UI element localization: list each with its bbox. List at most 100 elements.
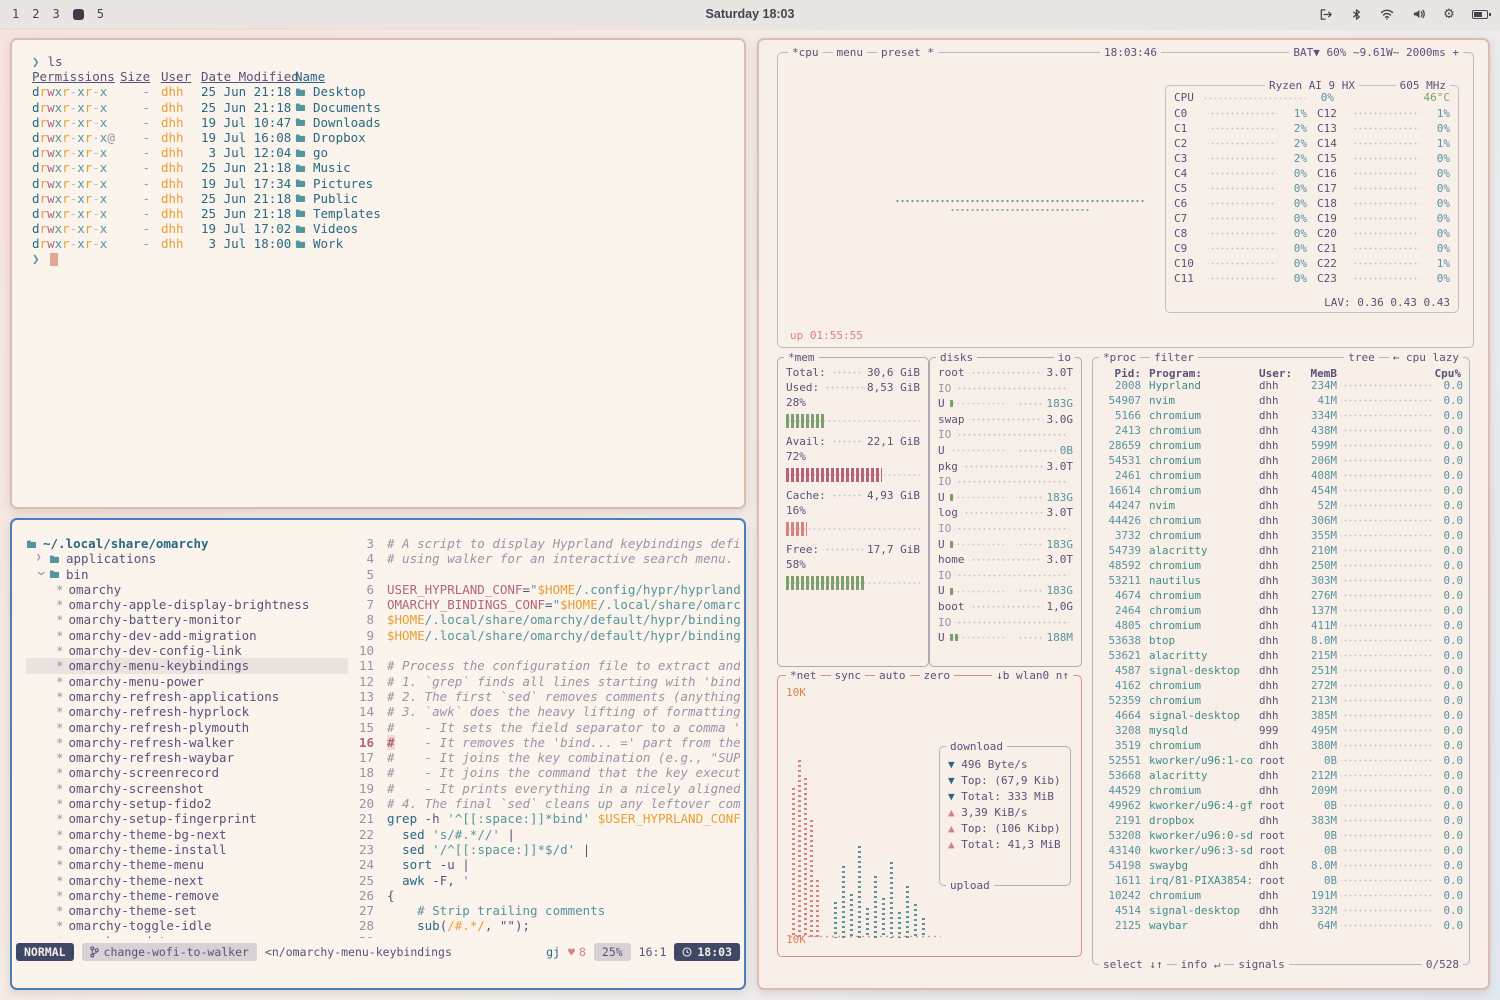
tree-item-omarchy-toggle-idle[interactable]: *omarchy-toggle-idle (26, 918, 348, 933)
tree-item-omarchy-screenrecord[interactable]: *omarchy-screenrecord (26, 765, 348, 780)
proc-row-4514[interactable]: 4514signal-desktopdhh332M0.0 (1099, 903, 1463, 918)
proc-row-48592[interactable]: 48592chromiumdhh250M0.0 (1099, 558, 1463, 573)
header-memb[interactable]: MemB (1297, 366, 1337, 374)
tree-item-omarchy-apple-display-brightness[interactable]: *omarchy-apple-display-brightness (26, 597, 348, 612)
net-chip-sync[interactable]: sync (831, 668, 866, 683)
tree-root[interactable]: ~/.local/share/omarchy (26, 536, 348, 551)
logout-icon[interactable] (1317, 6, 1333, 22)
net-chip-auto[interactable]: auto (875, 668, 910, 683)
proc-row-53621[interactable]: 53621alacrittydhh215M0.0 (1099, 648, 1463, 663)
proc-row-1611[interactable]: 1611irq/81-PIXA3854:root0B0.0 (1099, 873, 1463, 888)
volume-icon[interactable] (1410, 6, 1426, 22)
disks-box-title[interactable]: disks (936, 350, 977, 365)
proc-row-54198[interactable]: 54198swaybgdhh8.0M0.0 (1099, 858, 1463, 873)
tree-item-omarchy-refresh-applications[interactable]: *omarchy-refresh-applications (26, 689, 348, 704)
proc-row-3732[interactable]: 3732chromiumdhh355M0.0 (1099, 528, 1463, 543)
proc-row-2008[interactable]: 2008Hyprlanddhh234M0.0 (1099, 378, 1463, 393)
workspace-2[interactable]: 2 (32, 7, 39, 21)
proc-chip-cpulazy[interactable]: ← cpu lazy (1389, 350, 1463, 365)
proc-row-2191[interactable]: 2191dropboxdhh383M0.0 (1099, 813, 1463, 828)
wifi-icon[interactable] (1379, 6, 1395, 22)
proc-row-52359[interactable]: 52359chromiumdhh213M0.0 (1099, 693, 1463, 708)
bluetooth-icon[interactable] (1348, 6, 1364, 22)
tree-item-omarchy-theme-next[interactable]: *omarchy-theme-next (26, 873, 348, 888)
tree-item-omarchy-theme-remove[interactable]: *omarchy-theme-remove (26, 888, 348, 903)
proc-row-53211[interactable]: 53211nautilusdhh303M0.0 (1099, 573, 1463, 588)
mem-box-title[interactable]: *mem (784, 350, 819, 365)
net-chip-net[interactable]: *net (786, 668, 821, 683)
shell-prompt[interactable]: ❯ (32, 251, 736, 266)
proc-row-53668[interactable]: 53668alacrittydhh212M0.0 (1099, 768, 1463, 783)
proc-chip-tree[interactable]: tree (1344, 350, 1379, 365)
proc-row-44529[interactable]: 44529chromiumdhh209M0.0 (1099, 783, 1463, 798)
menu-button[interactable]: menu (833, 45, 868, 60)
proc-row-3208[interactable]: 3208mysqld999495M0.0 (1099, 723, 1463, 738)
proc-chip-proc[interactable]: *proc (1099, 350, 1140, 365)
tree-item-omarchy-dev-add-migration[interactable]: *omarchy-dev-add-migration (26, 628, 348, 643)
proc-row-53638[interactable]: 53638btopdhh8.0M0.0 (1099, 633, 1463, 648)
proc-row-4664[interactable]: 4664signal-desktopdhh385M0.0 (1099, 708, 1463, 723)
tree-item-omarchy-setup-fido2[interactable]: *omarchy-setup-fido2 (26, 796, 348, 811)
gear-icon[interactable]: ⚙ (1441, 6, 1457, 22)
proc-footer-info[interactable]: info ↵ (1177, 957, 1225, 972)
proc-row-16614[interactable]: 16614chromiumdhh454M0.0 (1099, 483, 1463, 498)
workspace-4[interactable] (73, 9, 84, 20)
tree-item-omarchy-refresh-waybar[interactable]: *omarchy-refresh-waybar (26, 750, 348, 765)
tree-item-omarchy-dev-config-link[interactable]: *omarchy-dev-config-link (26, 643, 348, 658)
proc-row-54739[interactable]: 54739alacrittydhh210M0.0 (1099, 543, 1463, 558)
proc-row-2125[interactable]: 2125waybardhh64M0.0 (1099, 918, 1463, 930)
tree-item-omarchy-refresh-plymouth[interactable]: *omarchy-refresh-plymouth (26, 720, 348, 735)
tree-item-omarchy-refresh-hyprlock[interactable]: *omarchy-refresh-hyprlock (26, 704, 348, 719)
tree-item-omarchy-menu-power[interactable]: *omarchy-menu-power (26, 674, 348, 689)
proc-chip-filter[interactable]: filter (1150, 350, 1198, 365)
proc-row-44247[interactable]: 44247nvimdhh52M0.0 (1099, 498, 1463, 513)
proc-row-5166[interactable]: 5166chromiumdhh334M0.0 (1099, 408, 1463, 423)
tree-dir-bin[interactable]: ❯bin (26, 567, 348, 582)
proc-row-2464[interactable]: 2464chromiumdhh137M0.0 (1099, 603, 1463, 618)
proc-row-10242[interactable]: 10242chromiumdhh191M0.0 (1099, 888, 1463, 903)
io-mode-button[interactable]: io (1054, 350, 1075, 365)
battery-icon[interactable] (1472, 6, 1488, 22)
proc-row-43140[interactable]: 43140kworker/u96:3-sdroot0B0.0 (1099, 843, 1463, 858)
workspace-3[interactable]: 3 (52, 7, 59, 21)
tree-item-omarchy-theme-menu[interactable]: *omarchy-theme-menu (26, 857, 348, 872)
proc-row-54907[interactable]: 54907nvimdhh41M0.0 (1099, 393, 1463, 408)
proc-row-2413[interactable]: 2413chromiumdhh438M0.0 (1099, 423, 1463, 438)
proc-row-49962[interactable]: 49962kworker/u96:4-gfroot0B0.0 (1099, 798, 1463, 813)
tree-item-omarchy-setup-fingerprint[interactable]: *omarchy-setup-fingerprint (26, 811, 348, 826)
header-program[interactable]: Program: (1141, 366, 1259, 374)
header-proc-user[interactable]: User: (1259, 366, 1297, 374)
proc-row-4162[interactable]: 4162chromiumdhh272M0.0 (1099, 678, 1463, 693)
tree-item-omarchy[interactable]: *omarchy (26, 582, 348, 597)
proc-row-28659[interactable]: 28659chromiumdhh599M0.0 (1099, 438, 1463, 453)
proc-row-44426[interactable]: 44426chromiumdhh306M0.0 (1099, 513, 1463, 528)
tree-item-omarchy-screenshot[interactable]: *omarchy-screenshot (26, 781, 348, 796)
proc-row-2461[interactable]: 2461chromiumdhh408M0.0 (1099, 468, 1463, 483)
tree-item-omarchy-theme-install[interactable]: *omarchy-theme-install (26, 842, 348, 857)
proc-row-4587[interactable]: 4587signal-desktopdhh251M0.0 (1099, 663, 1463, 678)
workspace-1[interactable]: 1 (12, 7, 19, 21)
proc-footer-select[interactable]: select ↓↑ (1099, 957, 1167, 972)
tree-item-omarchy-theme-set[interactable]: *omarchy-theme-set (26, 903, 348, 918)
proc-row-53208[interactable]: 53208kworker/u96:0-sdroot0B0.0 (1099, 828, 1463, 843)
header-pid[interactable]: Pid: (1099, 366, 1141, 374)
tree-item-omarchy-theme-bg-next[interactable]: *omarchy-theme-bg-next (26, 827, 348, 842)
script-file-icon: * (56, 811, 64, 826)
tree-item-omarchy-update[interactable]: *omarchy-update (26, 934, 348, 938)
tree-item-omarchy-battery-monitor[interactable]: *omarchy-battery-monitor (26, 612, 348, 627)
proc-row-4674[interactable]: 4674chromiumdhh276M0.0 (1099, 588, 1463, 603)
tree-item-omarchy-refresh-walker[interactable]: *omarchy-refresh-walker (26, 735, 348, 750)
cpu-box-title[interactable]: *cpu (788, 45, 823, 60)
proc-row-52551[interactable]: 52551kworker/u96:1-coroot0B0.0 (1099, 753, 1463, 768)
header-cpu-pct[interactable]: Cpu% (1337, 366, 1461, 374)
net-chip-zero[interactable]: zero (920, 668, 955, 683)
tree-item-omarchy-menu-keybindings[interactable]: *omarchy-menu-keybindings (26, 658, 348, 673)
proc-row-3519[interactable]: 3519chromiumdhh380M0.0 (1099, 738, 1463, 753)
proc-row-4805[interactable]: 4805chromiumdhh411M0.0 (1099, 618, 1463, 633)
workspace-5[interactable]: 5 (97, 7, 104, 21)
tree-dir-applications[interactable]: ❯applications (26, 551, 348, 566)
proc-footer-signals[interactable]: signals (1234, 957, 1288, 972)
net-interface[interactable]: ↓b wlan0 n↑ (992, 668, 1073, 683)
preset-button[interactable]: preset * (877, 45, 938, 60)
proc-row-54531[interactable]: 54531chromiumdhh206M0.0 (1099, 453, 1463, 468)
